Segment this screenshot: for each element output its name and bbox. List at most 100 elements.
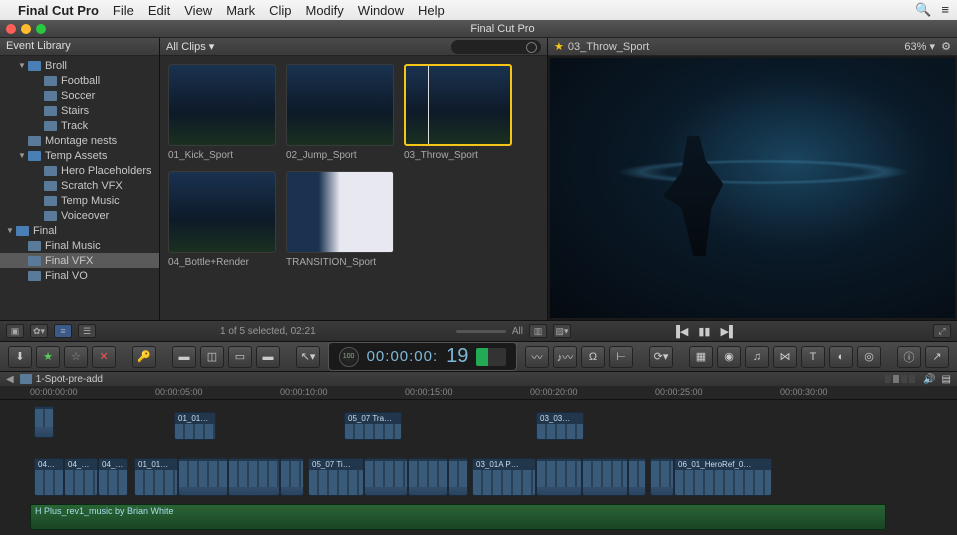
snapping-toggle-button[interactable]: ⊢ xyxy=(609,346,633,368)
retime-menu-button[interactable]: ⟳▾ xyxy=(649,346,673,368)
connected-clip[interactable]: 03_03… xyxy=(536,412,584,440)
tree-node-voiceover[interactable]: Voiceover xyxy=(0,208,159,223)
menu-window[interactable]: Window xyxy=(358,3,404,18)
keyword-editor-button[interactable]: 🔑 xyxy=(132,346,156,368)
clip-appearance-button[interactable]: ▥ xyxy=(529,324,547,338)
browser-search-input[interactable] xyxy=(451,40,541,54)
menu-clip[interactable]: Clip xyxy=(269,3,291,18)
primary-storyline-clip[interactable] xyxy=(448,458,468,496)
clip-thumbnail[interactable] xyxy=(404,64,512,146)
tree-node-hero-placeholders[interactable]: Hero Placeholders xyxy=(0,163,159,178)
play-pause-button[interactable]: ▮▮ xyxy=(698,325,710,338)
clip-grid[interactable]: 01_Kick_Sport02_Jump_Sport03_Throw_Sport… xyxy=(160,56,547,320)
audio-clip[interactable]: H Plus_rev1_music by Brian White xyxy=(30,504,886,530)
primary-storyline-clip[interactable]: 06_01_HeroRef_0… xyxy=(674,458,772,496)
clip-thumbnail[interactable] xyxy=(286,171,394,253)
tree-node-final-vo[interactable]: Final VO xyxy=(0,268,159,283)
primary-storyline-clip[interactable] xyxy=(364,458,408,496)
transitions-browser-button[interactable]: ⋈ xyxy=(773,346,797,368)
fullscreen-button[interactable]: ⤢ xyxy=(933,324,951,338)
clip-thumbnail[interactable] xyxy=(286,64,394,146)
tree-node-broll[interactable]: ▼Broll xyxy=(0,58,159,73)
primary-storyline-clip[interactable]: 04_… xyxy=(64,458,98,496)
insert-clip-button[interactable]: ◫ xyxy=(200,346,224,368)
event-tree[interactable]: ▼BrollFootballSoccerStairsTrackMontage n… xyxy=(0,56,159,320)
clip-thumbnail[interactable] xyxy=(168,171,276,253)
clip-appearance-icon[interactable]: ▤ xyxy=(942,374,951,385)
skimming-toggle-button[interactable]: 〰 xyxy=(525,346,549,368)
tree-node-temp-assets[interactable]: ▼Temp Assets xyxy=(0,148,159,163)
primary-storyline-clip[interactable] xyxy=(628,458,646,496)
music-browser-button[interactable]: ♫ xyxy=(745,346,769,368)
audio-meter[interactable] xyxy=(476,348,506,366)
menu-extras-icon[interactable]: ≡ xyxy=(941,2,949,18)
tree-node-track[interactable]: Track xyxy=(0,118,159,133)
timeline[interactable]: 01_01…05_07 Tra…03_03…04…04_…04_…01_01…0… xyxy=(0,400,957,535)
arrow-tool-button[interactable]: ↖▾ xyxy=(296,346,320,368)
import-button[interactable]: ⬇ xyxy=(8,346,32,368)
share-button[interactable]: ↗ xyxy=(925,346,949,368)
next-frame-button[interactable]: ▶▌ xyxy=(720,325,736,338)
menu-edit[interactable]: Edit xyxy=(148,3,170,18)
timeline-history-back-button[interactable]: ◀ xyxy=(6,374,14,385)
audio-skim-toggle-button[interactable]: ♪〰 xyxy=(553,346,577,368)
timeline-index-button[interactable] xyxy=(885,375,915,383)
tree-node-scratch-vfx[interactable]: Scratch VFX xyxy=(0,178,159,193)
app-menu[interactable]: Final Cut Pro xyxy=(18,3,99,18)
primary-storyline-clip[interactable] xyxy=(280,458,304,496)
keyword-favorite-button[interactable]: ★ xyxy=(36,346,60,368)
library-toggle-button[interactable]: ▣ xyxy=(6,324,24,338)
favorite-star-icon[interactable]: ★ xyxy=(554,40,564,53)
titles-browser-button[interactable]: T xyxy=(801,346,825,368)
generators-browser-button[interactable]: ◐ xyxy=(829,346,853,368)
minimize-window-icon[interactable] xyxy=(21,24,31,34)
tree-node-montage-nests[interactable]: Montage nests xyxy=(0,133,159,148)
menu-view[interactable]: View xyxy=(184,3,212,18)
viewer-zoom-dropdown[interactable]: 63% ▾ ⚙ xyxy=(904,40,951,53)
prev-frame-button[interactable]: ▐◀ xyxy=(672,325,688,338)
primary-storyline-clip[interactable]: 04… xyxy=(34,458,64,496)
clip-01_kick_sport[interactable]: 01_Kick_Sport xyxy=(168,64,276,161)
connect-clip-button[interactable]: ▬ xyxy=(172,346,196,368)
primary-storyline-clip[interactable] xyxy=(178,458,228,496)
menu-modify[interactable]: Modify xyxy=(306,3,344,18)
inspector-toggle-button[interactable]: ⓘ xyxy=(897,346,921,368)
zoom-window-icon[interactable] xyxy=(36,24,46,34)
connected-clip[interactable]: 01_01… xyxy=(174,412,216,440)
tree-node-football[interactable]: Football xyxy=(0,73,159,88)
menu-help[interactable]: Help xyxy=(418,3,445,18)
effects-browser-button[interactable]: ▦ xyxy=(689,346,713,368)
gear-menu-button[interactable]: ✿▾ xyxy=(30,324,48,338)
clip-thumbnail[interactable] xyxy=(168,64,276,146)
list-view-button[interactable]: ☰ xyxy=(78,324,96,338)
tree-node-final-music[interactable]: Final Music xyxy=(0,238,159,253)
audio-lane-icon[interactable]: 🔊 xyxy=(923,374,935,385)
tree-node-stairs[interactable]: Stairs xyxy=(0,103,159,118)
solo-button[interactable]: Ω xyxy=(581,346,605,368)
append-clip-button[interactable]: ▭ xyxy=(228,346,252,368)
primary-storyline-clip[interactable]: 03_01A P… xyxy=(472,458,536,496)
primary-storyline-clip[interactable]: 01_01… xyxy=(134,458,178,496)
themes-browser-button[interactable]: ◎ xyxy=(857,346,881,368)
tree-node-final-vfx[interactable]: Final VFX xyxy=(0,253,159,268)
primary-storyline-clip[interactable] xyxy=(582,458,628,496)
background-tasks-meter[interactable]: 100 xyxy=(339,347,359,367)
clip-02_jump_sport[interactable]: 02_Jump_Sport xyxy=(286,64,394,161)
overwrite-clip-button[interactable]: ▬ xyxy=(256,346,280,368)
primary-storyline-clip[interactable] xyxy=(408,458,448,496)
reject-button[interactable]: ✕ xyxy=(92,346,116,368)
clip-04_bottle+render[interactable]: 04_Bottle+Render xyxy=(168,171,276,268)
photos-browser-button[interactable]: ◉ xyxy=(717,346,741,368)
timeline-ruler[interactable]: 00:00:00:0000:00:05:0000:00:10:0000:00:1… xyxy=(0,386,957,400)
timecode-display[interactable]: 100 00:00:00:19 xyxy=(328,342,518,371)
connected-clip[interactable] xyxy=(34,406,54,438)
clip-03_throw_sport[interactable]: 03_Throw_Sport xyxy=(404,64,512,161)
primary-storyline-clip[interactable] xyxy=(536,458,582,496)
spotlight-icon[interactable]: 🔍 xyxy=(915,2,931,18)
thumbnail-size-slider[interactable] xyxy=(456,330,506,333)
menu-mark[interactable]: Mark xyxy=(226,3,255,18)
connected-clip[interactable]: 05_07 Tra… xyxy=(344,412,402,440)
tree-node-soccer[interactable]: Soccer xyxy=(0,88,159,103)
primary-storyline-clip[interactable]: 04_… xyxy=(98,458,128,496)
transform-menu-button[interactable]: ▨▾ xyxy=(553,324,571,338)
